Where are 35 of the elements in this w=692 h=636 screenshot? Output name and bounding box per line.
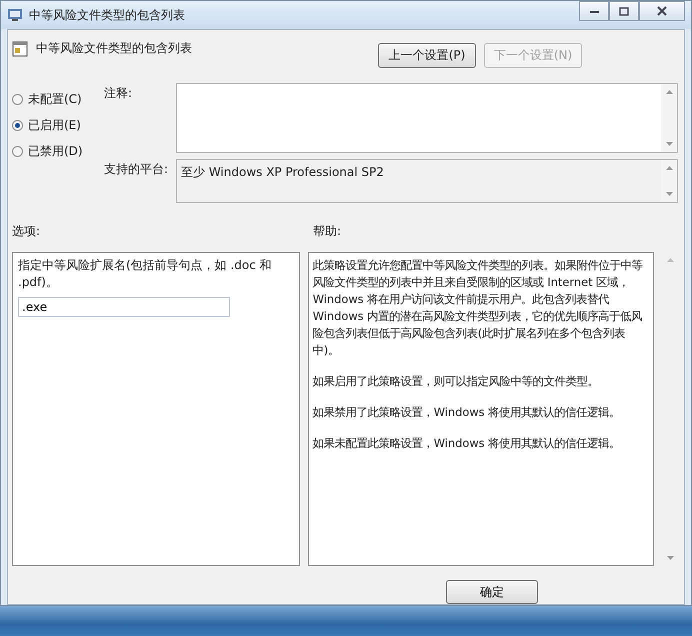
options-description: 指定中等风险扩展名(包括前导句点，如 .doc 和 .pdf)。 bbox=[18, 256, 273, 291]
radio-label[interactable]: 已禁用(D) bbox=[28, 143, 83, 160]
scroll-up-icon[interactable] bbox=[666, 90, 672, 94]
platform-value: 至少 Windows XP Professional SP2 bbox=[181, 164, 384, 179]
close-icon bbox=[657, 6, 667, 16]
radio-label[interactable]: 未配置(C) bbox=[28, 91, 82, 108]
scroll-down-icon[interactable] bbox=[666, 192, 672, 196]
scroll-down-icon[interactable] bbox=[666, 556, 674, 560]
ok-button[interactable]: 确定 bbox=[446, 580, 538, 604]
minimize-button[interactable] bbox=[579, 1, 609, 21]
help-paragraph: 如果启用了此策略设置，则可以指定风险中等的文件类型。 bbox=[312, 372, 600, 390]
settings-page-icon bbox=[12, 40, 28, 56]
radio-button[interactable] bbox=[12, 94, 23, 106]
help-label: 帮助: bbox=[313, 222, 342, 240]
options-label: 选项: bbox=[12, 222, 42, 240]
previous-setting-button[interactable]: 上一个设置(P) bbox=[378, 43, 476, 68]
radio-button[interactable] bbox=[12, 120, 23, 132]
extension-input[interactable]: .exe bbox=[18, 296, 230, 317]
maximize-button[interactable] bbox=[609, 1, 639, 21]
scroll-down-icon[interactable] bbox=[666, 142, 672, 146]
window-title: 中等风险文件类型的包含列表 bbox=[29, 6, 186, 24]
help-paragraph: 此策略设置允许您配置中等风险文件类型的列表。如果附件位于中等风险文件类型的列表中并且来自受限制的区域或 Internet 区域，Windows 将在用户访问该文件前提示用户。此包含列表替代 Windows 内置的潜在高风险文件类型列表，它的优先顺序高于低风险包含列表但低于高风险包含列表(此时扩展名列在多个包含列表中)。 bbox=[312, 256, 644, 359]
setting-title: 中等风险文件类型的包含列表 bbox=[36, 40, 192, 57]
platform-label: 支持的平台: bbox=[104, 160, 170, 178]
maximize-icon bbox=[619, 6, 629, 16]
minimize-icon bbox=[590, 10, 598, 12]
scroll-up-icon[interactable] bbox=[666, 166, 672, 170]
scroll-up-icon[interactable] bbox=[666, 258, 674, 262]
help-paragraph: 如果禁用了此策略设置，Windows 将使用其默认的信任逻辑。 bbox=[312, 404, 622, 421]
comment-label: 注释: bbox=[104, 84, 134, 102]
radio-label[interactable]: 已启用(E) bbox=[28, 117, 81, 134]
help-paragraph: 如果未配置此策略设置，Windows 将使用其默认的信任逻辑。 bbox=[312, 434, 622, 452]
comment-field[interactable] bbox=[176, 82, 678, 153]
radio-button[interactable] bbox=[12, 146, 23, 158]
close-button[interactable] bbox=[639, 1, 685, 21]
